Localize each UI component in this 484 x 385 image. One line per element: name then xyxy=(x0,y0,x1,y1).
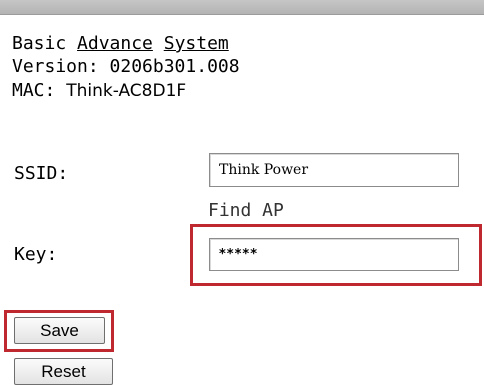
nav-link-system[interactable]: System xyxy=(164,33,229,54)
nav-basic: Basic xyxy=(12,33,67,54)
nav-link-advance[interactable]: Advance xyxy=(77,33,153,54)
ssid-input[interactable]: Think Power xyxy=(209,153,459,187)
mac-value: Think-AC8D1F xyxy=(66,81,187,101)
ssid-label: SSID: xyxy=(14,163,69,184)
key-label: Key: xyxy=(14,244,58,265)
key-input[interactable]: ***** xyxy=(209,238,459,271)
find-ap-link[interactable]: Find AP xyxy=(208,200,284,222)
reset-button[interactable]: Reset xyxy=(14,358,113,385)
top-bar xyxy=(0,0,484,15)
version-text: Version: 0206b301.008 xyxy=(12,56,240,77)
mac-label: MAC: xyxy=(12,80,56,101)
nav-row: Basic Advance System xyxy=(12,33,229,55)
mac-row: MAC: Think-AC8D1F xyxy=(12,80,186,102)
save-button[interactable]: Save xyxy=(14,317,105,344)
